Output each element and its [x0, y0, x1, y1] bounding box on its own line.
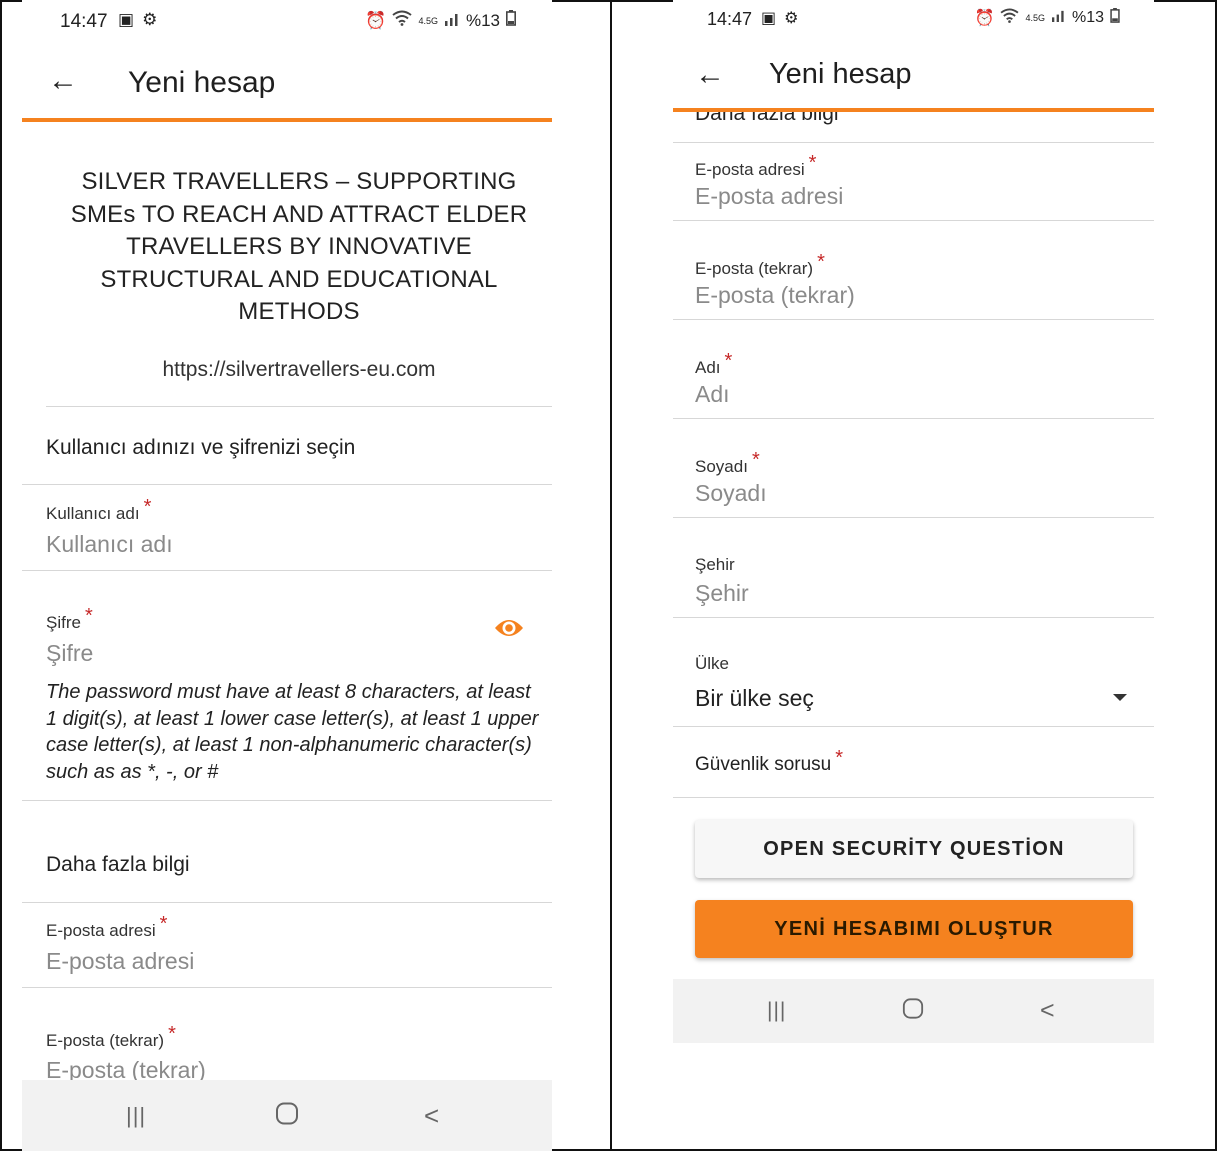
gear-icon: ⚙	[142, 10, 158, 29]
page-title: Yeni hesap	[769, 58, 912, 90]
required-marker: *	[84, 605, 93, 627]
divider	[673, 418, 1154, 419]
last-name-label: Soyadı *	[695, 449, 760, 476]
alarm-icon: ⏰	[974, 10, 995, 27]
battery-text: %13	[465, 10, 500, 30]
country-label: Ülke	[695, 654, 730, 673]
country-select[interactable]: Bir ülke seç	[695, 685, 814, 712]
security-question-label: Güvenlik sorusu *	[695, 747, 844, 775]
first-name-field[interactable]: Adı	[695, 381, 730, 408]
recents-button[interactable]: |||	[126, 1103, 146, 1129]
email-repeat-label: E-posta (tekrar) *	[695, 251, 825, 278]
app-bar: ← Yeni hesap	[22, 52, 552, 122]
divider	[22, 987, 552, 988]
system-nav-bar: ||| <	[22, 1080, 552, 1151]
email-field[interactable]: E-posta adresi	[46, 948, 194, 975]
username-label: Kullanıcı adı *	[46, 496, 152, 523]
city-field[interactable]: Şehir	[695, 580, 749, 607]
eye-icon[interactable]	[494, 617, 524, 639]
divider	[46, 406, 552, 407]
app-bar: ← Yeni hesap	[673, 48, 1154, 112]
password-label: Şifre *	[46, 605, 93, 632]
battery-icon	[1110, 8, 1120, 28]
divider	[673, 142, 1154, 143]
email-field[interactable]: E-posta adresi	[695, 183, 843, 210]
battery-icon	[506, 10, 516, 31]
required-marker: *	[751, 449, 760, 471]
required-marker: *	[159, 913, 168, 935]
username-field[interactable]: Kullanıcı adı	[46, 531, 173, 558]
divider	[673, 319, 1154, 320]
divider	[22, 570, 552, 571]
create-account-button[interactable]: YENİ HESABIMI OLUŞTUR	[695, 900, 1133, 958]
section-more-info: Daha fazla bilgi	[46, 853, 190, 876]
divider	[673, 797, 1154, 798]
status-time: 14:47	[60, 11, 108, 32]
page-title: Yeni hesap	[128, 66, 276, 99]
chevron-down-icon[interactable]	[1113, 694, 1127, 701]
email-repeat-field[interactable]: E-posta (tekrar)	[695, 282, 855, 309]
nav-back-button[interactable]: <	[1040, 997, 1055, 1026]
system-nav-bar: ||| <	[673, 979, 1154, 1043]
recents-button[interactable]: |||	[767, 999, 786, 1023]
wifi-icon	[392, 10, 413, 31]
required-marker: *	[817, 251, 825, 273]
password-hint: The password must have at least 8 charac…	[46, 681, 539, 783]
email-label: E-posta adresi *	[695, 152, 817, 179]
image-icon: ▣	[118, 10, 135, 29]
image-icon: ▣	[761, 10, 777, 27]
battery-text: %13	[1071, 9, 1104, 26]
back-arrow-icon[interactable]: ←	[48, 64, 78, 98]
phone-screen-right: 14:47 ▣ ⚙ ⏰ 4.5G %13 ← Yeni hesap Daha f…	[673, 0, 1154, 1043]
project-title: SILVER TRAVELLERS – SUPPORTING SMEs TO R…	[70, 168, 528, 325]
project-url[interactable]: https://silvertravellers-eu.com	[46, 358, 552, 382]
required-marker: *	[835, 747, 844, 769]
divider	[673, 517, 1154, 518]
status-bar: 14:47 ▣ ⚙ ⏰ 4.5G %13	[673, 0, 1154, 40]
gear-icon: ⚙	[784, 10, 799, 27]
open-security-question-button[interactable]: OPEN SECURİTY QUESTİON	[695, 820, 1133, 878]
required-marker: *	[724, 350, 733, 372]
network-icon: 4.5G	[1025, 13, 1045, 23]
home-button[interactable]	[902, 998, 924, 1025]
city-label: Şehir	[695, 555, 735, 574]
signal-icon	[444, 11, 460, 31]
nav-back-button[interactable]: <	[424, 1100, 439, 1131]
divider	[22, 902, 552, 903]
wifi-icon	[1000, 8, 1019, 28]
status-time: 14:47	[707, 9, 753, 29]
alarm-icon: ⏰	[365, 10, 387, 30]
signal-icon	[1051, 9, 1066, 27]
panel-divider	[610, 0, 612, 1151]
back-arrow-icon[interactable]: ←	[695, 58, 725, 92]
divider	[22, 800, 552, 801]
status-bar: 14:47 ▣ ⚙ ⏰ 4.5G %13	[22, 0, 552, 40]
required-marker: *	[143, 496, 152, 518]
phone-screen-left: 14:47 ▣ ⚙ ⏰ 4.5G %13 ← Yeni hesap SILVER…	[22, 0, 552, 1151]
divider	[673, 617, 1154, 618]
required-marker: *	[808, 152, 817, 174]
network-icon: 4.5G	[418, 15, 438, 26]
section-credentials: Kullanıcı adınızı ve şifrenizi seçin	[46, 436, 356, 459]
home-button[interactable]	[275, 1101, 299, 1130]
required-marker: *	[168, 1023, 176, 1045]
divider	[673, 726, 1154, 727]
last-name-field[interactable]: Soyadı	[695, 480, 767, 507]
divider	[673, 220, 1154, 221]
email-label: E-posta adresi *	[46, 913, 168, 940]
email-repeat-label: E-posta (tekrar) *	[46, 1023, 176, 1050]
password-field[interactable]: Şifre	[46, 640, 93, 667]
first-name-label: Adı *	[695, 350, 733, 377]
divider	[22, 484, 552, 485]
